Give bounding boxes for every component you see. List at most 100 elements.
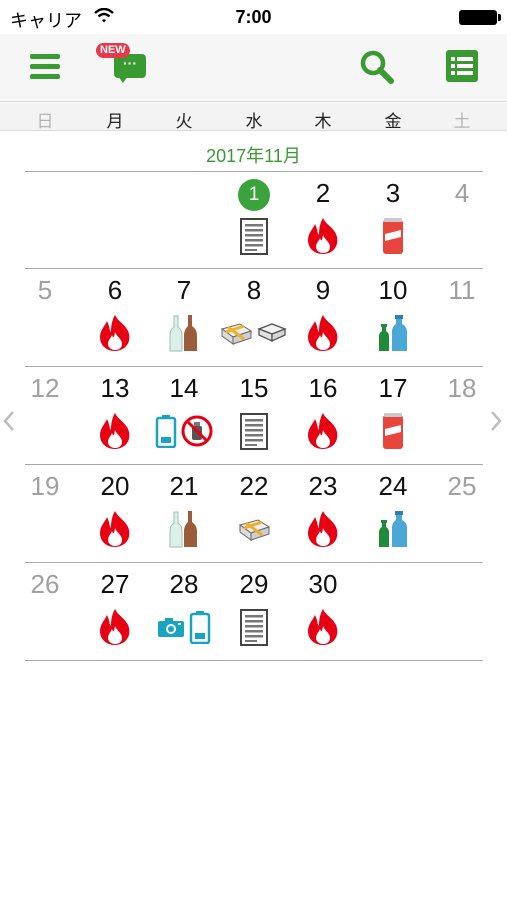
garbage-type-icons xyxy=(288,217,358,259)
weekday-fri: 金 xyxy=(384,112,402,131)
newspaper-bundle-icon xyxy=(220,319,253,352)
weekday-sun: 日 xyxy=(36,112,54,131)
search-icon xyxy=(360,50,394,84)
pet-bottles-icon xyxy=(376,509,410,554)
weekday-mon: 月 xyxy=(106,112,124,131)
garbage-type-icons xyxy=(149,510,219,552)
menu-button[interactable] xyxy=(28,50,62,84)
day-cell[interactable]: 14 xyxy=(149,367,219,465)
day-cell[interactable]: 21 xyxy=(149,465,219,563)
day-cell[interactable]: 15 xyxy=(219,367,289,465)
day-cell[interactable]: 10 xyxy=(358,269,428,367)
day-number: 23 xyxy=(308,471,338,501)
garbage-type-icons xyxy=(219,217,289,259)
garbage-type-icons xyxy=(219,608,289,650)
day-cell[interactable]: 5 xyxy=(10,269,80,367)
day-number: 3 xyxy=(385,178,401,208)
menu-icon xyxy=(30,54,60,59)
can-icon xyxy=(379,216,407,261)
day-cell[interactable]: 11 xyxy=(427,269,497,367)
flame-icon xyxy=(97,411,133,456)
day-cell[interactable]: 1 xyxy=(219,172,289,270)
day-cell[interactable]: 29 xyxy=(219,563,289,661)
day-cell[interactable]: 13 xyxy=(80,367,150,465)
day-cell[interactable]: 16 xyxy=(288,367,358,465)
day-cell[interactable]: 19 xyxy=(10,465,80,563)
day-cell[interactable]: 12 xyxy=(10,367,80,465)
day-number: 5 xyxy=(37,275,53,305)
flame-icon xyxy=(305,509,341,554)
day-cell[interactable]: 6 xyxy=(80,269,150,367)
new-badge: NEW xyxy=(96,43,130,58)
day-cell[interactable]: 8 xyxy=(219,269,289,367)
day-number: 19 xyxy=(30,471,60,501)
search-button[interactable] xyxy=(358,48,396,86)
day-cell[interactable]: 7 xyxy=(149,269,219,367)
glass-bottles-icon xyxy=(167,313,201,358)
day-cell[interactable]: 23 xyxy=(288,465,358,563)
day-number: 12 xyxy=(30,373,60,403)
garbage-type-icons xyxy=(358,412,428,454)
day-cell[interactable]: 22 xyxy=(219,465,289,563)
day-cell[interactable]: 2 xyxy=(288,172,358,270)
day-number: 21 xyxy=(169,471,199,501)
garbage-type-icons xyxy=(288,314,358,356)
glass-bottles-icon xyxy=(167,509,201,554)
garbage-type-icons xyxy=(358,510,428,552)
day-number: 26 xyxy=(30,569,60,599)
day-number: 13 xyxy=(100,373,130,403)
day-cell[interactable]: 20 xyxy=(80,465,150,563)
garbage-type-icons xyxy=(149,608,219,650)
weekday-wed: 水 xyxy=(245,112,263,131)
weekday-thu: 木 xyxy=(314,112,332,131)
day-number: 10 xyxy=(378,275,408,305)
day-cell[interactable]: 18 xyxy=(427,367,497,465)
garbage-type-icons xyxy=(219,412,289,454)
can-icon xyxy=(379,411,407,456)
day-number: 24 xyxy=(378,471,408,501)
day-cell[interactable]: 17 xyxy=(358,367,428,465)
newspaper-bundle-icon xyxy=(238,515,271,548)
day-cell[interactable]: 30 xyxy=(288,563,358,661)
day-cell[interactable]: 4 xyxy=(427,172,497,270)
paper-bundle-icon xyxy=(238,411,270,456)
toolbar: NEW ··· xyxy=(0,34,507,102)
flame-icon xyxy=(305,411,341,456)
day-number: 29 xyxy=(239,569,269,599)
status-bar: キャリア 7:00 xyxy=(0,0,507,34)
list-view-button[interactable] xyxy=(445,49,479,83)
garbage-type-icons xyxy=(80,510,150,552)
day-number: 18 xyxy=(447,373,477,403)
day-number: 14 xyxy=(169,373,199,403)
camera-icon xyxy=(157,616,185,643)
day-number: 28 xyxy=(169,569,199,599)
flame-icon xyxy=(305,216,341,261)
day-cell[interactable]: 3 xyxy=(358,172,428,270)
day-number: 20 xyxy=(100,471,130,501)
day-cell[interactable]: 26 xyxy=(10,563,80,661)
flame-icon xyxy=(97,509,133,554)
list-icon xyxy=(446,50,478,82)
day-cell[interactable]: 24 xyxy=(358,465,428,563)
day-number: 8 xyxy=(246,275,262,305)
garbage-type-icons xyxy=(288,608,358,650)
battery-icon xyxy=(155,414,177,453)
day-number: 16 xyxy=(308,373,338,403)
garbage-type-icons xyxy=(149,314,219,356)
day-number: 4 xyxy=(454,178,470,208)
weekday-tue: 火 xyxy=(175,112,193,131)
day-cell[interactable]: 25 xyxy=(427,465,497,563)
news-button[interactable]: NEW ··· xyxy=(96,40,150,94)
day-number: 17 xyxy=(378,373,408,403)
garbage-type-icons xyxy=(80,412,150,454)
garbage-type-icons xyxy=(358,217,428,259)
plastic-container-icon xyxy=(256,320,288,351)
day-cell[interactable]: 27 xyxy=(80,563,150,661)
month-title: 2017年11月 xyxy=(206,146,301,166)
status-time: 7:00 xyxy=(235,7,272,27)
day-cell[interactable]: 28 xyxy=(149,563,219,661)
battery-status-icon xyxy=(459,10,497,25)
day-cell[interactable]: 9 xyxy=(288,269,358,367)
battery-icon xyxy=(189,610,211,649)
paper-bundle-icon xyxy=(238,216,270,261)
